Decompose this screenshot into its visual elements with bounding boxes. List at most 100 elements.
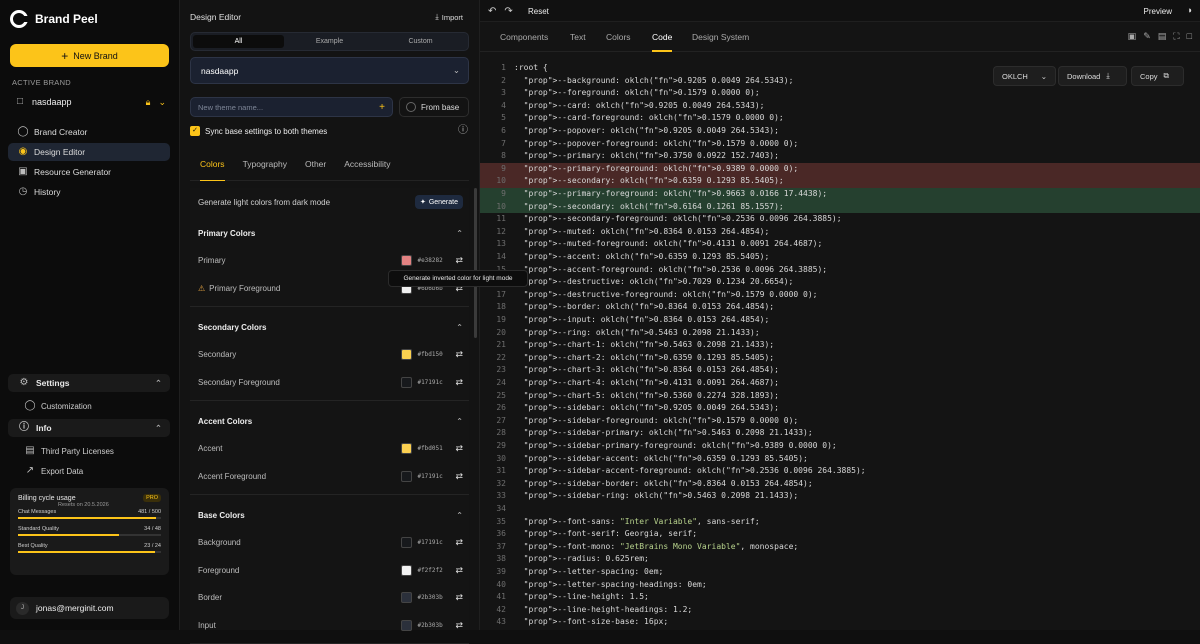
color-group-header[interactable]: Accent Colors ⌃ [198,417,463,426]
code-line: 22 "prop">--chart-2: oklch("fn">0.6359 0… [480,352,1200,365]
swap-icon[interactable]: ⇄ [455,377,463,388]
format-select[interactable]: OKLCH ⌄ [993,66,1056,86]
info-group-header[interactable]: ⓘ Info ⌃ [8,419,170,437]
palette-icon: ◉ [18,146,28,157]
tab-other[interactable]: Other [305,153,326,181]
tab-design-system[interactable]: Design System [692,22,749,52]
tab-colors[interactable]: Colors [606,22,631,52]
color-swatch[interactable] [401,470,413,482]
tab-text[interactable]: Text [570,22,586,52]
nav-design-editor[interactable]: ◉ Design Editor [8,143,170,161]
color-group-header[interactable]: Secondary Colors ⌃ [198,323,463,332]
brand[interactable]: Brand Peel [10,10,98,28]
lock-icon[interactable]: 🔒︎ [146,97,151,108]
line-number: 13 [496,239,506,249]
sidebar-item-customization[interactable]: ◯ Customization [24,400,91,412]
line-number: 17 [496,289,506,299]
nav-resource-generator[interactable]: ▣ Resource Generator [8,163,170,181]
download-button[interactable]: Download ⤓ [1058,66,1127,86]
pencil-icon[interactable]: ✎ [1143,31,1151,42]
swap-icon[interactable]: ⇄ [455,471,463,482]
swap-icon[interactable]: ⇄ [455,620,463,631]
info-icon[interactable]: ⓘ [457,125,469,137]
generate-button[interactable]: ✦ Generate [414,195,463,209]
import-button[interactable]: ⤓ Import [435,12,463,22]
color-hex: #17191c [417,378,443,386]
code-line-added: 10 "prop">--secondary: oklch("fn">0.6164… [480,200,1200,214]
sidebar-item-licenses[interactable]: ▤ Third Party Licenses [24,445,114,457]
reset-button[interactable]: Reset [528,7,549,16]
checkbox-checked-icon[interactable]: ✓ [190,126,200,136]
new-theme-input[interactable]: New theme name... + [190,97,393,117]
crop-icon[interactable]: ▣ [1128,31,1137,42]
preview-button[interactable]: Preview [1144,7,1172,16]
tab-accessibility[interactable]: Accessibility [344,153,390,181]
line-number: 22 [496,352,506,362]
nav-brand-creator[interactable]: ◯ Brand Creator [8,123,170,141]
code-line: 36 "prop">--font-serif: Georgia, serif; [480,528,1200,541]
theme-select[interactable]: nasdaapp ⌄ [190,57,469,84]
color-row: Secondary #fbd150 ⇄ [198,349,463,360]
chevron-up-icon: ⌃ [456,511,463,520]
swap-icon[interactable]: ⇄ [455,349,463,360]
tab-colors[interactable]: Colors [200,153,225,181]
swap-icon[interactable]: ⇄ [455,537,463,548]
sidebar-item-export[interactable]: ↗ Export Data [24,465,83,477]
image-icon[interactable]: ▤ [1158,31,1167,42]
swap-icon[interactable]: ⇄ [455,255,463,266]
sync-checkbox-row[interactable]: ✓ Sync base settings to both themes ⓘ [190,125,469,137]
user-account[interactable]: J jonas@merginit.com [10,597,169,619]
info-label: Info [36,423,52,433]
color-group-header[interactable]: Base Colors ⌃ [198,511,463,520]
tab-typography[interactable]: Typography [243,153,287,181]
redo-icon[interactable]: ↷ [504,6,512,17]
color-swatch[interactable] [401,255,413,266]
scrollbar[interactable] [474,188,477,338]
tab-custom[interactable]: Custom [375,35,466,48]
undo-icon[interactable]: ↶ [488,6,496,17]
fullscreen-icon[interactable]: ⛶ [1173,31,1179,42]
code-line: 6 "prop">--popover: oklch("fn">0.9205 0.… [480,125,1200,138]
tooltip: Generate inverted color for light mode [388,270,528,287]
color-swatch[interactable] [401,564,413,576]
new-brand-button[interactable]: + New Brand [10,44,169,67]
swap-icon[interactable]: ⇄ [455,443,463,454]
usage-row: Chat Messages 481 / 500 [18,509,161,519]
code-text: "prop">--font-sans: "Inter Variable", sa… [523,516,760,526]
from-base-toggle[interactable]: From base [399,97,469,117]
code-line: 18 "prop">--border: oklch("fn">0.8364 0.… [480,301,1200,314]
copy-button[interactable]: Copy ⧉ [1131,66,1184,86]
tab-code[interactable]: Code [652,22,673,52]
color-swatch[interactable] [401,376,413,388]
color-swatch[interactable] [401,349,413,360]
nav-history[interactable]: ◷ History [8,183,170,201]
color-swatch[interactable] [401,443,413,454]
tab-example[interactable]: Example [284,35,375,48]
tab-all[interactable]: All [193,35,284,48]
tab-components[interactable]: Components [500,22,548,52]
new-brand-label: New Brand [73,50,118,61]
color-swatch[interactable] [401,592,413,603]
code-text: "prop">--sidebar-ring: oklch("fn">0.5463… [523,491,799,501]
code-view[interactable]: 1:root {2 "prop">--background: oklch("fn… [480,52,1200,630]
color-swatch[interactable] [401,537,413,548]
line-number: 5 [501,113,506,123]
expand-icon[interactable]: □ [1187,31,1192,42]
code-text: "prop">--chart-5: oklch("fn">0.5360 0.22… [523,390,779,400]
chevron-down-icon[interactable]: ⌄ [158,97,166,108]
active-brand-selector[interactable]: □ nasdaapp 🔒︎ ⌄ [14,95,166,109]
color-swatch[interactable] [401,619,413,631]
swap-icon[interactable]: ⇄ [455,592,463,603]
plus-icon[interactable]: + [379,102,385,113]
code-text: "prop">--primary-foreground: oklch("fn">… [523,189,828,198]
swap-icon[interactable]: ⇄ [455,565,463,576]
color-group-header[interactable]: Primary Colors ⌃ [198,229,463,238]
settings-group-header[interactable]: ⚙ Settings ⌃ [8,374,170,392]
color-hex: #17191c [417,472,443,480]
code-line: 25 "prop">--chart-5: oklch("fn">0.5360 0… [480,390,1200,403]
line-number: 2 [501,75,506,85]
theme-toggle-icon[interactable]: ◑ [1187,5,1192,15]
line-number: 19 [496,315,506,324]
code-text: "prop">--radius: 0.625rem; [523,554,649,564]
generate-text: Generate light colors from dark mode [198,197,331,207]
